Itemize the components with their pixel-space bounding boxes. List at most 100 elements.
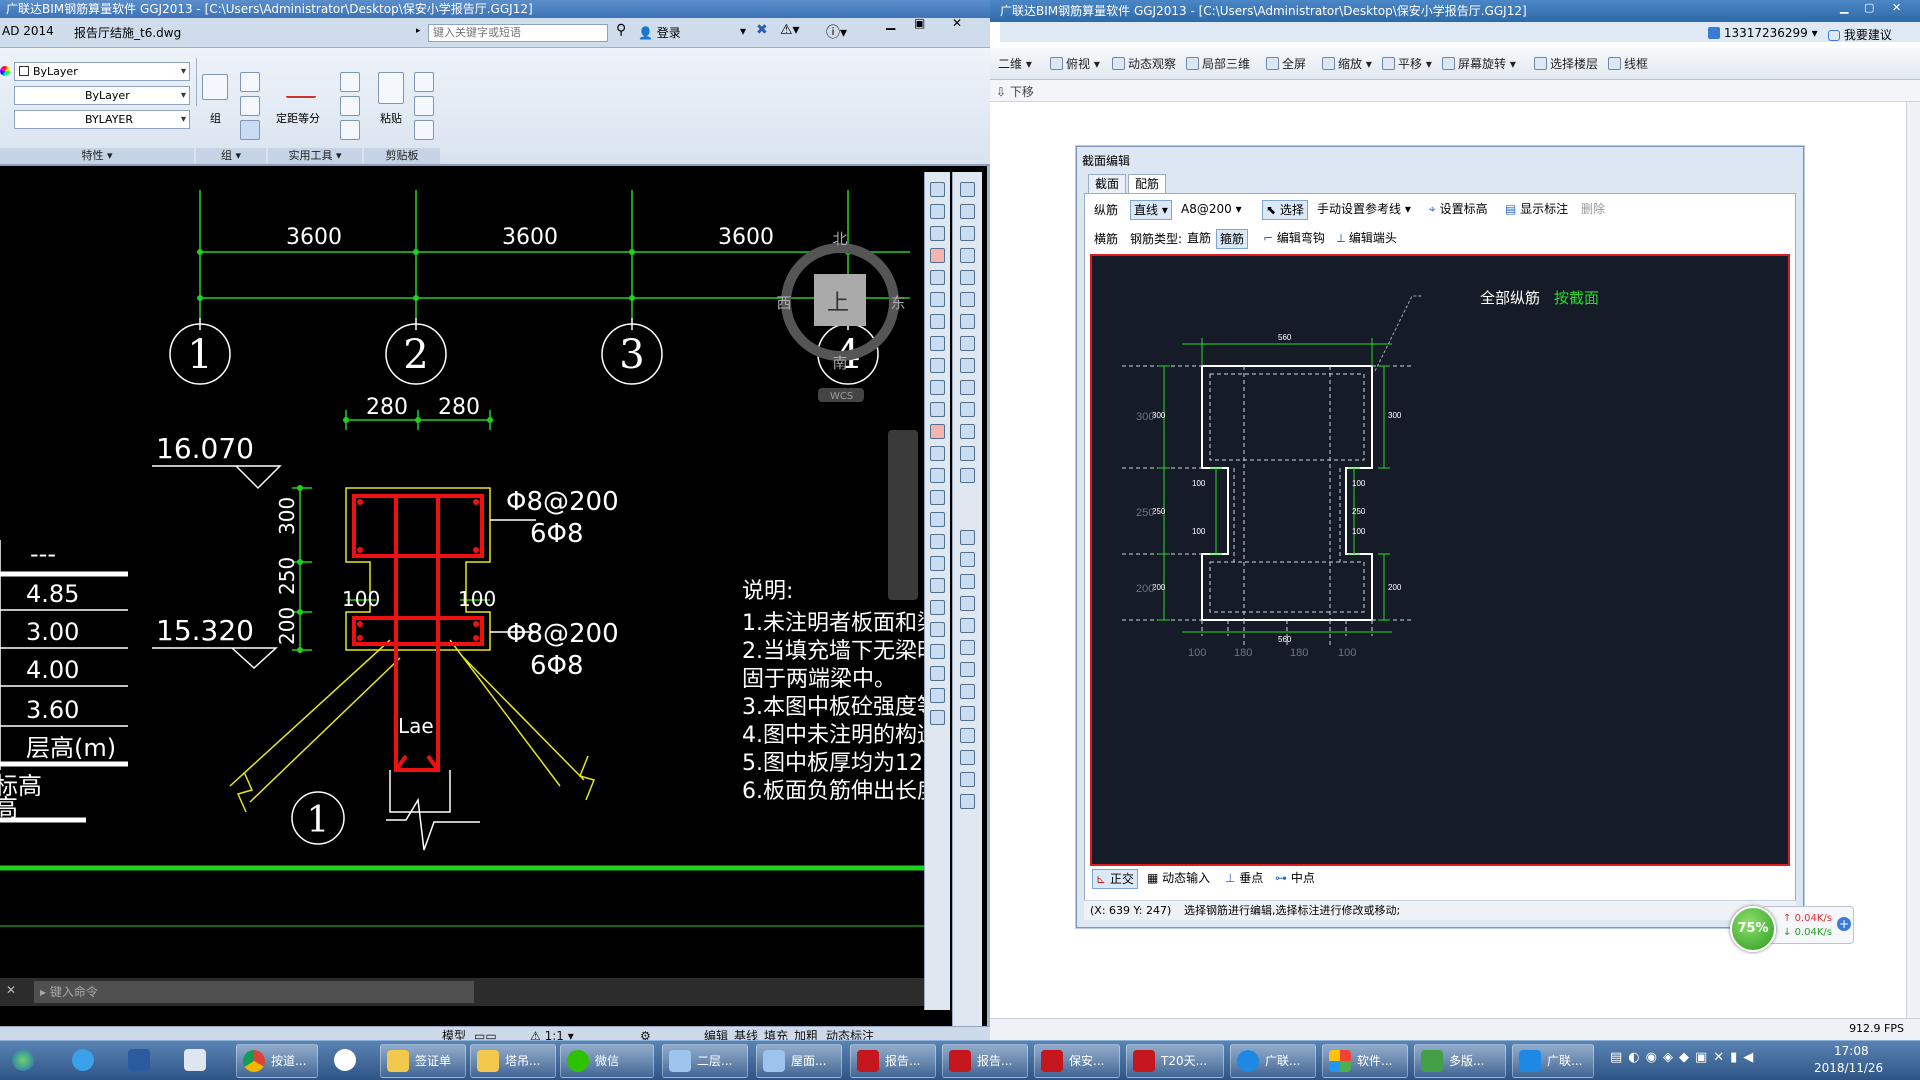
taskbar-item-2[interactable]: 签证单 [380, 1044, 466, 1078]
lineweight-combo[interactable]: BYLAYER [14, 110, 190, 129]
delete-button[interactable]: 删除 [1578, 200, 1608, 220]
tool2-icon-12[interactable] [960, 424, 975, 439]
section-canvas[interactable]: 全部纵筋 按截面 560 560 300 250 200 300 250 200… [1090, 254, 1790, 866]
tool2-icon-10[interactable] [960, 380, 975, 395]
close-icon[interactable]: ✕ [1892, 1, 1901, 14]
tool2-icon-25[interactable] [960, 750, 975, 765]
toolbar-floor[interactable]: 选择楼层 [1534, 48, 1598, 80]
tool2-icon-14[interactable] [960, 468, 975, 483]
group-select-icon[interactable] [240, 120, 260, 140]
edit-end-button[interactable]: ⟂ 编辑端头 [1334, 229, 1400, 249]
utilities-panel-label[interactable]: 实用工具 ▾ [268, 148, 362, 164]
point-style-icon[interactable] [340, 96, 360, 116]
binoculars-icon[interactable]: ⚲ [616, 22, 626, 38]
tool-icon-23[interactable] [930, 666, 945, 681]
search-arrow-icon[interactable]: ▸ [416, 26, 421, 36]
perpendicular-snap[interactable]: ⊥ 垂点 [1222, 869, 1266, 889]
dynamic-input-toggle[interactable]: ▦ 动态输入 [1144, 869, 1213, 889]
mode-line-select[interactable]: 直线 ▾ [1130, 200, 1172, 220]
quick-select-icon[interactable] [340, 72, 360, 92]
tool2-icon-21[interactable] [960, 662, 975, 677]
tool2-icon-2[interactable] [960, 204, 975, 219]
tool-icon-5[interactable] [930, 270, 945, 285]
toolbar-rotate[interactable]: 屏幕旋转 ▾ [1442, 48, 1516, 80]
tool2-icon-22[interactable] [960, 684, 975, 699]
midpoint-snap[interactable]: ⊶ 中点 [1272, 869, 1318, 889]
toolbar-wireframe[interactable]: 线框 [1608, 48, 1648, 80]
taskbar-explorer[interactable] [176, 1044, 216, 1078]
copy-icon[interactable] [414, 96, 434, 116]
taskbar-item-7[interactable]: 报告... [850, 1044, 936, 1078]
tool-icon-8[interactable] [930, 336, 945, 351]
taskbar-item-11[interactable]: 广联... [1230, 1044, 1316, 1078]
tool2-icon-15[interactable] [960, 530, 975, 545]
tool2-icon-23[interactable] [960, 706, 975, 721]
taskbar-desktop[interactable] [120, 1044, 160, 1078]
tool-icon-1[interactable] [930, 182, 945, 197]
rebar-spec-select[interactable]: A8@200 ▾ [1178, 200, 1245, 220]
taskbar-ie[interactable] [64, 1044, 104, 1078]
tool-icon-11[interactable] [930, 402, 945, 417]
tool2-icon-8[interactable] [960, 336, 975, 351]
toolbar-fullscreen[interactable]: 全屏 [1266, 48, 1306, 80]
start-button[interactable] [4, 1044, 44, 1078]
tool-icon-17[interactable] [930, 534, 945, 549]
group-edit-icon[interactable] [240, 96, 260, 116]
manual-ref-line-button[interactable]: 手动设置参考线 ▾ [1314, 200, 1414, 220]
clock-date[interactable]: 2018/11/26 [1814, 1061, 1883, 1075]
toolbar-2d[interactable]: 二维 ▾ [998, 48, 1032, 80]
suggest-link[interactable]: 我要建议 [1828, 26, 1892, 43]
tool2-icon-20[interactable] [960, 640, 975, 655]
calculator-icon[interactable] [340, 120, 360, 140]
tool2-icon-24[interactable] [960, 728, 975, 743]
cad-drawing-area[interactable]: 3600 3600 3600 1 2 3 4 上 北 南 东 西 WCS 280… [0, 190, 924, 1010]
cad-restore-icon[interactable]: ▣ [914, 16, 925, 30]
group-icon[interactable] [202, 74, 228, 100]
help-icon[interactable]: ⓘ▾ [826, 22, 847, 42]
exchange-icon[interactable]: ✖ [756, 22, 768, 38]
taskbar-item-14[interactable]: 广联... [1512, 1044, 1594, 1078]
tool-icon-20[interactable] [930, 600, 945, 615]
taskbar-item-8[interactable]: 报告... [942, 1044, 1028, 1078]
move-down-button[interactable]: ⇩ 下移 [996, 83, 1034, 100]
group-panel-label[interactable]: 组 ▾ [196, 148, 266, 164]
tool2-icon-4[interactable] [960, 248, 975, 263]
stirrup-button[interactable]: 箍筋 [1216, 229, 1249, 249]
taskbar-item-13[interactable]: 多版... [1414, 1044, 1506, 1078]
tool2-icon-17[interactable] [960, 574, 975, 589]
clipboard-panel-label[interactable]: 剪贴板 [364, 148, 440, 164]
taskbar-item-4[interactable]: 微信 [560, 1044, 654, 1078]
match-props-icon[interactable] [414, 120, 434, 140]
tool2-icon-19[interactable] [960, 618, 975, 633]
toolbar-top-view[interactable]: 俯视 ▾ [1050, 48, 1100, 80]
tool-icon-3[interactable] [930, 226, 945, 241]
tool2-icon-27[interactable] [960, 794, 975, 809]
toolbar-zoom[interactable]: 缩放 ▾ [1322, 48, 1372, 80]
ortho-toggle[interactable]: ⊾ 正交 [1092, 869, 1138, 889]
tool-icon-14[interactable] [930, 468, 945, 483]
cut-icon[interactable] [414, 72, 434, 92]
tool2-icon-13[interactable] [960, 446, 975, 461]
dropdown-icon[interactable]: ▾ [740, 24, 746, 38]
tool-icon-19[interactable] [930, 578, 945, 593]
tool2-icon-3[interactable] [960, 226, 975, 241]
clock-time[interactable]: 17:08 [1834, 1044, 1869, 1058]
tool2-icon-9[interactable] [960, 358, 975, 373]
tab-section[interactable]: 截面 [1088, 174, 1127, 194]
taskbar-item-9[interactable]: 保安... [1034, 1044, 1120, 1078]
command-input[interactable]: ▸ 键入命令 [34, 981, 474, 1003]
tool2-icon-1[interactable] [960, 182, 975, 197]
properties-panel-label[interactable]: 特性 ▾ [0, 148, 194, 164]
user-phone[interactable]: 13317236299 ▾ [1708, 26, 1818, 40]
speed-ball[interactable]: 75% [1730, 906, 1776, 952]
help-search-input[interactable] [428, 24, 608, 42]
tool2-icon-6[interactable] [960, 292, 975, 307]
tool2-icon-16[interactable] [960, 552, 975, 567]
login-button[interactable]: 👤 登录 [638, 24, 681, 41]
tool-icon-2[interactable] [930, 204, 945, 219]
tool-icon-24[interactable] [930, 688, 945, 703]
layer-combo[interactable]: ByLayer [14, 62, 190, 81]
tool2-icon-26[interactable] [960, 772, 975, 787]
select-button[interactable]: ⬉ 选择 [1262, 200, 1308, 220]
taskbar-item-10[interactable]: T20天... [1126, 1044, 1224, 1078]
